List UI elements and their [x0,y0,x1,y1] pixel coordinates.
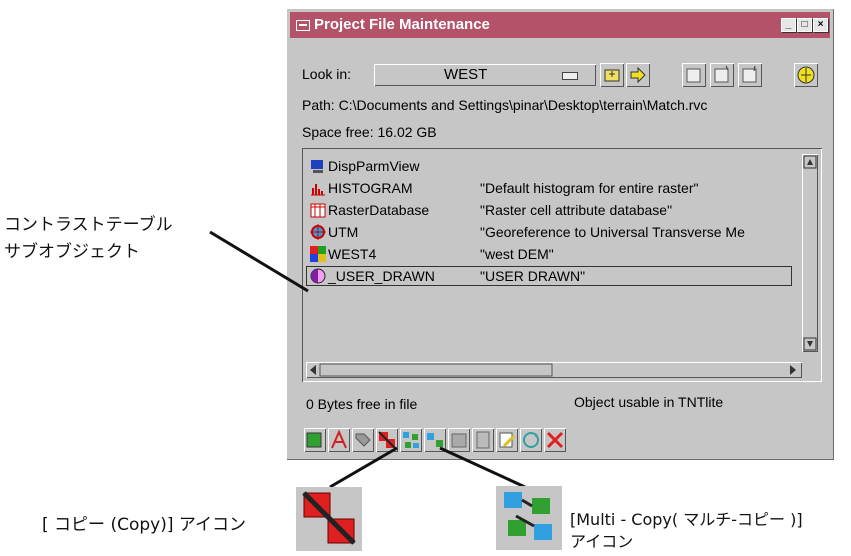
copy-callout-line [329,446,398,489]
copy-icon-enlarged [296,487,362,551]
multicopy-callout-line [439,446,526,489]
callout-lines [209,230,526,489]
multi-copy-icon-enlarged [496,486,562,550]
contrast-callout-line [209,230,309,293]
